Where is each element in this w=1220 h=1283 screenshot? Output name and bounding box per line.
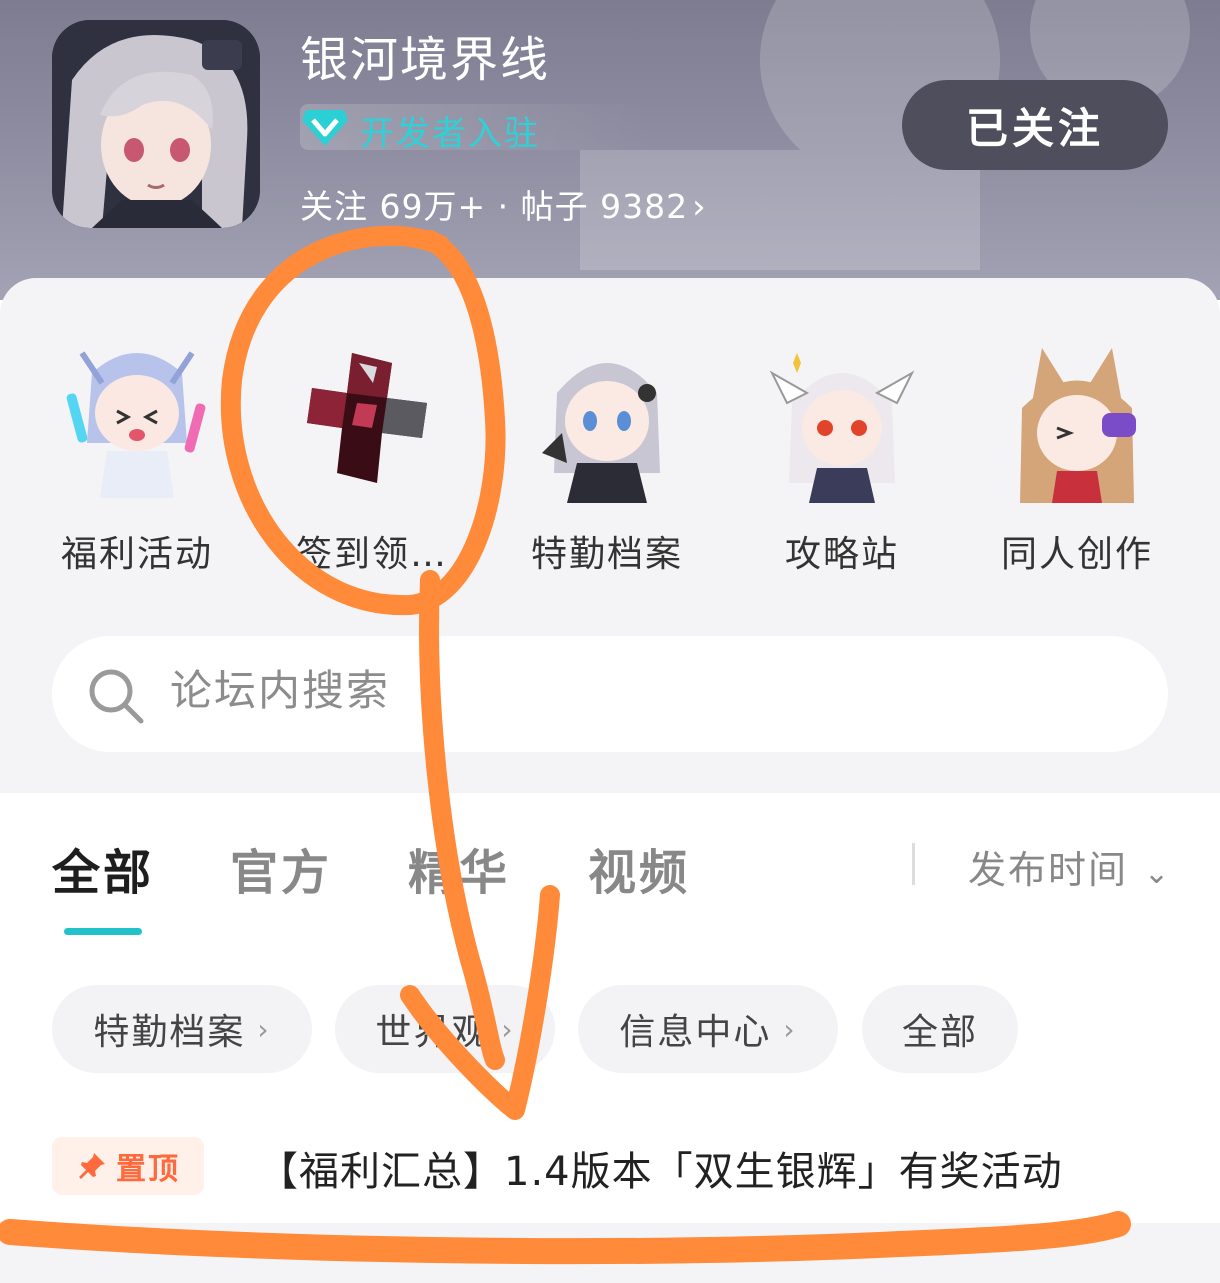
pinned-post[interactable]: 置顶 【福利汇总】1.4版本「双生银辉」有奖活动	[0, 1103, 1220, 1223]
follow-button[interactable]: 已关注	[902, 80, 1168, 170]
category-chips: 特勤档案 › 世界观 › 信息中心 › 全部	[0, 953, 1220, 1103]
post-tabs: 全部 官方 精华 视频 发布时间 ⌄	[0, 793, 1220, 953]
forum-stats[interactable]: 关注 69万+ · 帖子 9382 ›	[300, 180, 707, 228]
shortcut-welfare-activity[interactable]: 福利活动	[37, 333, 237, 583]
chip-special-files[interactable]: 特勤档案 ›	[52, 985, 312, 1073]
active-tab-indicator	[64, 928, 142, 935]
search-icon	[89, 669, 144, 724]
pinned-tag: 置顶	[52, 1137, 204, 1195]
developer-badge[interactable]: 开发者入驻	[300, 104, 650, 154]
stats-text: 关注 69万+ · 帖子 9382	[300, 187, 689, 226]
chip-worldview[interactable]: 世界观 ›	[335, 985, 555, 1073]
avatar-character-image	[52, 20, 260, 228]
sort-label: 发布时间	[968, 848, 1129, 892]
pinned-tag-label: 置顶	[116, 1152, 180, 1187]
shortcut-label: 福利活动	[60, 534, 213, 575]
shortcut-strategy-site[interactable]: 攻略站	[742, 333, 942, 583]
chip-label: 世界观	[375, 1012, 490, 1053]
shortcut-label: 攻略站	[784, 534, 899, 575]
fox-ear-chibi-icon	[1020, 348, 1136, 503]
tab-official[interactable]: 官方	[230, 833, 332, 903]
tab-all[interactable]: 全部	[52, 833, 154, 903]
tab-divider	[912, 843, 915, 885]
search-input[interactable]	[170, 666, 1070, 715]
list-separator	[0, 1223, 1220, 1283]
glowstick-chibi-icon	[66, 351, 206, 498]
post-title[interactable]: 【福利汇总】1.4版本「双生银辉」有奖活动	[258, 1139, 1158, 1197]
forum-avatar[interactable]	[52, 20, 260, 228]
tab-featured[interactable]: 精华	[408, 833, 510, 903]
chevron-down-icon: ⌄	[1144, 856, 1172, 891]
chip-label: 全部	[901, 1012, 978, 1053]
chip-info-center[interactable]: 信息中心 ›	[578, 985, 838, 1073]
shortcut-label: 同人创作	[1000, 534, 1153, 575]
forum-title: 银河境界线	[300, 32, 551, 88]
forum-header: 银河境界线 开发者入驻 关注 69万+ · 帖子 9382 › 已关注	[0, 0, 1220, 300]
sort-dropdown[interactable]: 发布时间 ⌄	[968, 839, 1171, 894]
silver-hair-chibi-icon	[542, 363, 660, 503]
shortcut-fan-creation[interactable]: 同人创作	[977, 333, 1177, 583]
chip-all[interactable]: 全部	[862, 985, 1018, 1073]
shortcut-sign-in[interactable]: 签到领…	[272, 333, 472, 583]
search-bar[interactable]	[52, 636, 1168, 752]
shortcut-label: 签到领…	[295, 534, 448, 575]
shortcut-label: 特勤档案	[530, 534, 683, 575]
chevron-right-icon: ›	[257, 1012, 271, 1046]
chevron-right-icon: ›	[501, 1012, 515, 1046]
chevron-right-icon: ›	[783, 1012, 797, 1046]
chevron-right-icon: ›	[692, 187, 707, 227]
winged-chibi-icon	[769, 353, 915, 503]
chip-label: 特勤档案	[93, 1012, 246, 1053]
developer-badge-label: 开发者入驻	[360, 114, 540, 154]
pin-icon	[79, 1153, 105, 1179]
shortcut-special-files[interactable]: 特勤档案	[507, 333, 707, 583]
red-crystal-icon	[307, 353, 427, 483]
tab-video[interactable]: 视频	[588, 833, 690, 903]
diamond-icon	[302, 110, 348, 146]
chip-label: 信息中心	[619, 1012, 772, 1053]
forum-panel: 福利活动 签到领… 特勤档案 攻略站 同人创作 论坛内搜索	[0, 278, 1220, 793]
